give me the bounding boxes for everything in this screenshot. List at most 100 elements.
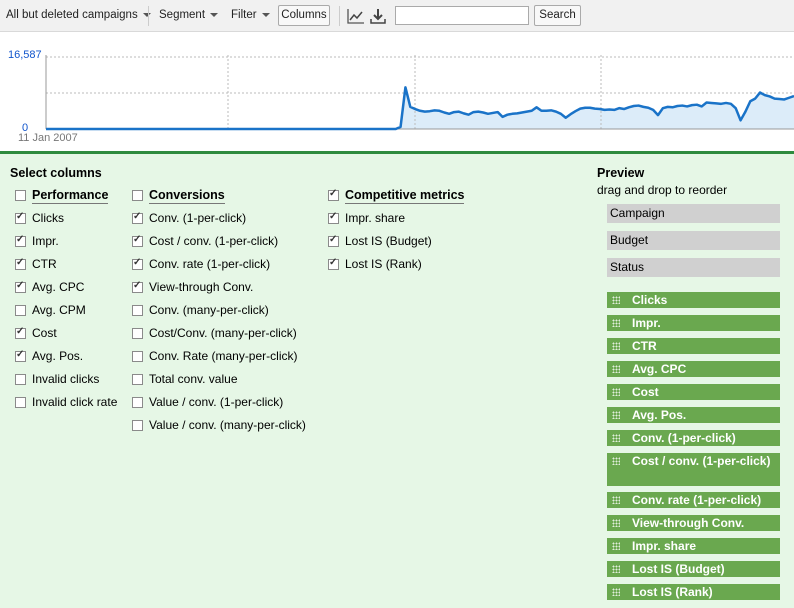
drag-handle-icon[interactable] (612, 319, 620, 327)
checkbox[interactable] (132, 397, 143, 408)
download-icon[interactable] (369, 7, 387, 25)
checkbox[interactable] (328, 234, 339, 247)
chevron-down-icon (261, 12, 270, 17)
checkbox[interactable] (328, 257, 339, 270)
drag-handle-icon[interactable] (612, 496, 620, 504)
campaign-filter-label: All but deleted campaigns (6, 9, 138, 21)
preview-item-label: Clicks (632, 293, 668, 307)
checkbox[interactable] (328, 211, 339, 224)
drag-handle-icon[interactable] (612, 388, 620, 396)
preview-draggable-item[interactable]: Impr. (607, 315, 780, 331)
checkbox[interactable] (15, 234, 26, 247)
column-label: Invalid click rate (32, 395, 118, 409)
preview-item-label: View-through Conv. (632, 516, 745, 530)
checkbox[interactable] (328, 188, 339, 201)
checkbox[interactable] (132, 374, 143, 385)
checkbox[interactable] (15, 305, 26, 316)
preview-fixed-budget: Budget (607, 231, 780, 250)
columns-button[interactable]: Columns (278, 5, 330, 26)
select-columns-title: Select columns (10, 166, 102, 180)
column-label: Avg. Pos. (32, 349, 84, 363)
column-label: Cost/Conv. (many-per-click) (149, 326, 297, 340)
checkbox[interactable] (15, 326, 26, 339)
filter-dropdown[interactable]: Filter (231, 9, 270, 21)
preview-title: Preview (597, 166, 645, 180)
checkbox[interactable] (132, 305, 143, 316)
column-label: Conv. rate (1-per-click) (149, 257, 271, 271)
series-area (46, 87, 794, 129)
column-label: Avg. CPC (32, 280, 85, 294)
preview-item-label: Impr. share (632, 539, 697, 553)
campaign-filter-dropdown[interactable]: All but deleted campaigns (6, 9, 151, 21)
column-label: Impr. (32, 234, 59, 248)
checkbox[interactable] (132, 328, 143, 339)
preview-item-label: Lost IS (Budget) (632, 562, 725, 576)
search-button[interactable]: Search (534, 5, 581, 26)
drag-handle-icon[interactable] (612, 457, 620, 465)
drag-handle-icon[interactable] (612, 365, 620, 373)
preview-fixed-campaign: Campaign (607, 204, 780, 223)
group-header-label: Competitive metrics (345, 188, 465, 204)
preview-draggable-item[interactable]: Conv. (1-per-click) (607, 430, 780, 446)
checkbox[interactable] (15, 211, 26, 224)
preview-draggable-item[interactable]: Impr. share (607, 538, 780, 554)
y-max-label: 16,587 (8, 49, 42, 61)
preview-draggable-item[interactable]: Clicks (607, 292, 780, 308)
group-header-label: Conversions (149, 188, 225, 204)
chevron-down-icon (142, 12, 151, 17)
checkbox[interactable] (15, 374, 26, 385)
performance-chart: 16,587 0 11 Jan 2007 (0, 33, 794, 151)
select-columns-panel: Select columns Preview drag and drop to … (0, 154, 794, 608)
preview-draggable-item[interactable]: Avg. CPC (607, 361, 780, 377)
checkbox[interactable] (15, 257, 26, 270)
checkbox[interactable] (132, 351, 143, 362)
line-graph-icon[interactable] (347, 7, 365, 25)
preview-draggable-item[interactable]: Cost (607, 384, 780, 400)
preview-draggable-item[interactable]: Cost / conv. (1-per-click) (607, 453, 780, 486)
checkbox[interactable] (132, 280, 143, 293)
checkbox[interactable] (132, 190, 143, 201)
column-label: Invalid clicks (32, 372, 100, 386)
preview-item-label: Cost / conv. (1-per-click) (632, 454, 771, 468)
drag-handle-icon[interactable] (612, 519, 620, 527)
preview-draggable-item[interactable]: Lost IS (Budget) (607, 561, 780, 577)
checkbox[interactable] (15, 190, 26, 201)
preview-item-label: Lost IS (Rank) (632, 585, 713, 599)
search-input[interactable] (395, 6, 529, 25)
checkbox[interactable] (15, 280, 26, 293)
column-label: Conv. (many-per-click) (149, 303, 269, 317)
preview-item-label: Impr. (632, 316, 661, 330)
preview-draggable-item[interactable]: CTR (607, 338, 780, 354)
column-label: View-through Conv. (149, 280, 254, 294)
group-header-label: Performance (32, 188, 109, 204)
drag-handle-icon[interactable] (612, 588, 620, 596)
preview-item-label: Conv. rate (1-per-click) (632, 493, 762, 507)
checkbox[interactable] (132, 257, 143, 270)
checkbox[interactable] (132, 211, 143, 224)
preview-draggable-item[interactable]: Conv. rate (1-per-click) (607, 492, 780, 508)
preview-draggable-item[interactable]: Avg. Pos. (607, 407, 780, 423)
drag-handle-icon[interactable] (612, 565, 620, 573)
chevron-down-icon (210, 12, 219, 17)
preview-draggable-item[interactable]: Lost IS (Rank) (607, 584, 780, 600)
drag-handle-icon[interactable] (612, 434, 620, 442)
drag-handle-icon[interactable] (612, 296, 620, 304)
checkbox[interactable] (132, 234, 143, 247)
drag-handle-icon[interactable] (612, 342, 620, 350)
column-label: Value / conv. (1-per-click) (149, 395, 284, 409)
column-label: Conv. Rate (many-per-click) (149, 349, 298, 363)
preview-item-label: Conv. (1-per-click) (632, 431, 736, 445)
x-start-label: 11 Jan 2007 (18, 132, 78, 144)
preview-item-label: Cost (632, 385, 659, 399)
preview-draggable-item[interactable]: View-through Conv. (607, 515, 780, 531)
filter-label: Filter (231, 9, 257, 21)
drag-handle-icon[interactable] (612, 542, 620, 550)
checkbox[interactable] (15, 349, 26, 362)
chart-plot (45, 55, 794, 131)
checkbox[interactable] (132, 420, 143, 431)
segment-dropdown[interactable]: Segment (159, 9, 219, 21)
drag-handle-icon[interactable] (612, 411, 620, 419)
column-label: Clicks (32, 211, 64, 225)
column-label: Impr. share (345, 211, 406, 225)
checkbox[interactable] (15, 397, 26, 408)
